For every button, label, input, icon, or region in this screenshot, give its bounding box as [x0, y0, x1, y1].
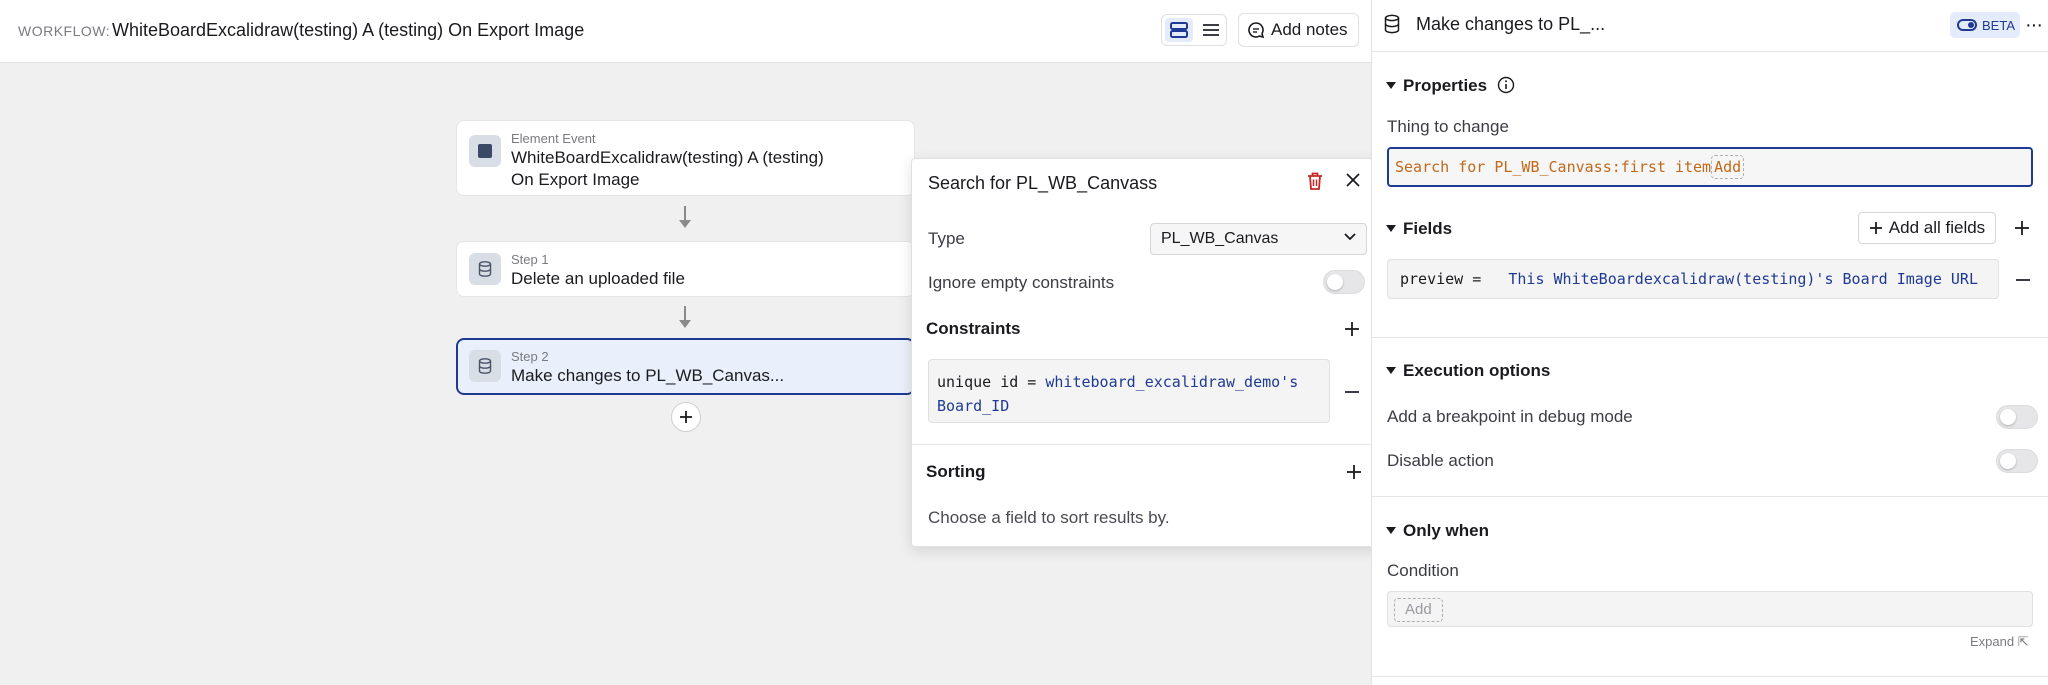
info-icon[interactable] [1497, 76, 1515, 94]
constraints-title: Constraints [926, 319, 1021, 338]
execution-options-title: Execution options [1403, 361, 1551, 380]
type-select-value: PL_WB_Canvas [1161, 230, 1279, 247]
field-value: This WhiteBoardexcalidraw(testing)'s Boa… [1508, 270, 1978, 288]
plus-icon [680, 411, 692, 423]
database-icon [469, 253, 501, 285]
view-toggle [1161, 14, 1227, 46]
panel-title: Make changes to PL_... [1416, 14, 1606, 34]
beta-label: BETA [1982, 17, 2015, 33]
add-all-fields-label: Add all fields [1888, 218, 1986, 237]
beta-toggle[interactable]: BETA [1950, 12, 2020, 38]
chevron-down-icon [1344, 233, 1356, 241]
step-1-node[interactable]: Step 1 Delete an uploaded file [456, 241, 915, 297]
add-field-icon[interactable] [2012, 218, 2032, 238]
add-step-button[interactable] [671, 402, 701, 432]
card-view-button[interactable] [1165, 18, 1193, 42]
list-view-button[interactable] [1197, 18, 1225, 42]
ignore-empty-label: Ignore empty constraints [928, 273, 1115, 292]
step-1-title: Delete an uploaded file [511, 269, 685, 288]
add-all-fields-button[interactable]: Add all fields [1858, 212, 1996, 244]
more-options-button[interactable]: ··· [2025, 14, 2043, 37]
condition-input[interactable]: Add [1387, 591, 2033, 627]
ignore-empty-toggle[interactable] [1323, 270, 1365, 294]
close-popover-button[interactable] [1344, 171, 1362, 194]
condition-add-button[interactable]: Add [1394, 598, 1443, 622]
constraint-value-line2: Board_ID [937, 397, 1010, 415]
step-2-node[interactable]: Step 2 Make changes to PL_WB_Canvas... [456, 338, 915, 395]
close-icon [1346, 173, 1360, 187]
step-1-caption: Step 1 [511, 252, 549, 267]
fields-title: Fields [1403, 219, 1453, 238]
thing-add-button[interactable]: Add [1711, 155, 1745, 179]
step-2-caption: Step 2 [511, 349, 549, 364]
database-icon [1384, 14, 1400, 34]
add-notes-label: Add notes [1271, 20, 1348, 39]
field-expression[interactable]: preview = This WhiteBoardexcalidraw(test… [1387, 259, 1999, 299]
thing-to-change-label: Thing to change [1387, 117, 1509, 136]
collapse-caret-icon[interactable] [1386, 225, 1396, 232]
search-popover-title: Search for PL_WB_Canvass [928, 173, 1158, 193]
trash-icon [1308, 172, 1322, 190]
event-node[interactable]: Element Event WhiteBoardExcalidraw(testi… [456, 120, 915, 196]
connector-arrow [679, 220, 691, 228]
action-properties-panel: Make changes to PL_... BETA ··· Properti… [1371, 0, 2048, 685]
only-when-title: Only when [1403, 521, 1489, 540]
panel-header: Make changes to PL_... BETA ··· [1372, 0, 2048, 52]
remove-field-button[interactable] [2016, 279, 2030, 281]
delete-search-button[interactable] [1306, 171, 1324, 196]
toggle-icon [1957, 19, 1977, 31]
thing-to-change-value: Search for PL_WB_Canvass:first item [1395, 158, 1712, 176]
workflow-header: WORKFLOW: WhiteBoardExcalidraw(testing) … [0, 0, 1371, 63]
card-view-icon [1170, 22, 1188, 38]
divider [1372, 676, 2048, 677]
breakpoint-label: Add a breakpoint in debug mode [1387, 407, 1633, 426]
connector-line [684, 206, 686, 220]
search-popover: Search for PL_WB_Canvass Type PL_WB_Canv… [911, 158, 1382, 547]
disable-action-label: Disable action [1387, 451, 1494, 470]
database-icon [469, 350, 501, 382]
comment-icon [1248, 22, 1265, 39]
properties-title: Properties [1403, 76, 1488, 95]
divider [1372, 496, 2048, 497]
type-label: Type [928, 229, 965, 248]
divider [1372, 337, 2048, 338]
sorting-title: Sorting [926, 462, 986, 481]
list-view-icon [1203, 24, 1219, 36]
event-node-title-line1: WhiteBoardExcalidraw(testing) A (testing… [511, 148, 824, 167]
connector-arrow [679, 320, 691, 328]
collapse-caret-icon[interactable] [1386, 527, 1396, 534]
element-event-icon [469, 135, 501, 167]
step-2-title: Make changes to PL_WB_Canvas... [511, 366, 785, 385]
workflow-label: WORKFLOW: [18, 23, 111, 39]
event-node-title-line2: On Export Image [511, 170, 640, 189]
add-constraint-icon[interactable] [1342, 319, 1362, 339]
field-key: preview = [1400, 270, 1482, 288]
plus-icon [1869, 222, 1882, 234]
collapse-caret-icon[interactable] [1386, 367, 1396, 374]
connector-line [684, 306, 686, 320]
event-node-caption: Element Event [511, 131, 596, 146]
divider [912, 444, 1381, 445]
breakpoint-toggle[interactable] [1996, 405, 2038, 429]
sorting-hint: Choose a field to sort results by. [928, 508, 1170, 527]
workflow-name[interactable]: WhiteBoardExcalidraw(testing) A (testing… [112, 20, 584, 41]
add-sorting-icon[interactable] [1344, 462, 1364, 482]
add-notes-button[interactable]: Add notes [1238, 13, 1359, 47]
collapse-caret-icon[interactable] [1386, 82, 1396, 89]
disable-action-toggle[interactable] [1996, 449, 2038, 473]
condition-label: Condition [1387, 561, 1459, 580]
constraint-key: unique id = [937, 373, 1037, 391]
expand-link[interactable]: Expand ⇱ [1970, 634, 2029, 650]
type-select[interactable]: PL_WB_Canvas [1150, 223, 1367, 255]
thing-to-change-input[interactable]: Search for PL_WB_Canvass:first item Add [1387, 147, 2033, 187]
remove-constraint-button[interactable] [1345, 391, 1359, 393]
constraint-value-line1: whiteboard_excalidraw_demo's [1045, 373, 1299, 391]
constraint-expression[interactable]: unique id = whiteboard_excalidraw_demo's… [928, 359, 1330, 423]
